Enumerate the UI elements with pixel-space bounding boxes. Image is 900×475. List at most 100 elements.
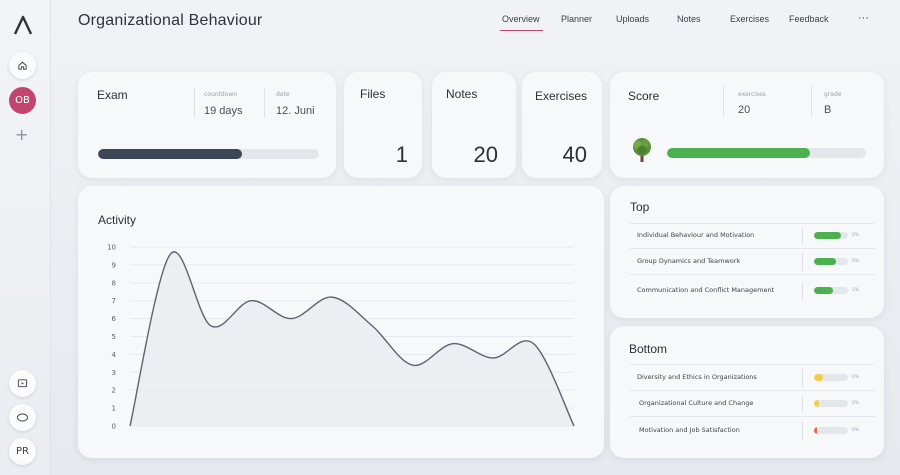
sidebar: OB + PR <box>0 0 51 475</box>
topic-percent: 0% <box>852 375 860 380</box>
divider <box>811 86 812 116</box>
topic-progress-fill <box>814 427 817 434</box>
add-course-button[interactable]: + <box>15 125 28 144</box>
grade-value: B <box>824 104 832 116</box>
grade-label: grade <box>824 91 842 98</box>
divider <box>264 88 265 118</box>
topic-progress-bar <box>814 427 848 434</box>
y-tick-label: 6 <box>112 315 117 323</box>
topic-percent: 0% <box>852 233 860 238</box>
oval-icon <box>17 413 28 422</box>
home-button[interactable] <box>9 52 36 79</box>
topic-label: Communication and Conflict Management <box>637 286 775 294</box>
divider <box>802 395 803 413</box>
course-badge-label: OB <box>15 95 30 106</box>
topic-label: Group Dynamics and Teamwork <box>637 257 741 265</box>
top-title: Top <box>630 200 650 214</box>
score-title: Score <box>628 89 660 103</box>
topic-label: Diversity and Ethics in Organizations <box>637 373 757 381</box>
topic-progress-fill <box>814 258 837 265</box>
y-tick-label: 8 <box>112 279 116 287</box>
exam-progress-fill <box>98 149 242 159</box>
divider <box>630 416 875 417</box>
y-tick-label: 7 <box>112 297 116 305</box>
list-item[interactable]: Communication and Conflict Management 1% <box>610 278 885 304</box>
score-exercises-label: exercises <box>738 91 766 98</box>
y-tick-label: 9 <box>112 261 116 269</box>
list-item[interactable]: Individual Behaviour and Motivation 0% <box>610 223 885 249</box>
divider <box>630 274 875 275</box>
divider <box>194 88 195 118</box>
tab-uploads[interactable]: Uploads <box>616 14 649 24</box>
y-tick-label: 5 <box>112 333 116 341</box>
exam-title: Exam <box>97 88 128 102</box>
tab-exercises[interactable]: Exercises <box>730 14 769 24</box>
exercises-title: Exercises <box>535 89 588 103</box>
y-tick-label: 0 <box>112 423 116 431</box>
plus-icon: + <box>15 125 29 144</box>
list-item[interactable]: Organizational Culture and Change 0% <box>610 391 885 417</box>
user-avatar-button[interactable]: PR <box>9 438 36 465</box>
list-item[interactable]: Diversity and Ethics in Organizations 0% <box>610 365 885 391</box>
user-badge-label: PR <box>16 446 29 457</box>
notes-card[interactable]: Notes 20 <box>432 72 516 178</box>
files-card[interactable]: Files 1 <box>344 72 422 178</box>
tab-planner[interactable]: Planner <box>561 14 592 24</box>
y-tick-label: 4 <box>112 351 117 359</box>
topic-label: Organizational Culture and Change <box>639 399 754 407</box>
exercises-card[interactable]: Exercises 40 <box>522 72 602 178</box>
tab-notes[interactable]: Notes <box>677 14 701 24</box>
topic-progress-bar <box>814 258 848 265</box>
slides-button[interactable] <box>9 370 36 397</box>
tree-icon <box>633 138 651 162</box>
y-tick-label: 2 <box>112 387 116 395</box>
divider <box>802 282 803 300</box>
page-title: Organizational Behaviour <box>78 12 263 29</box>
topic-progress-fill <box>814 232 842 239</box>
topic-percent: 0% <box>852 259 860 264</box>
topic-progress-bar <box>814 232 848 239</box>
home-icon <box>18 61 27 70</box>
course-badge-button[interactable]: OB <box>9 87 36 114</box>
top-topics-card: Top Individual Behaviour and Motivation … <box>610 186 884 318</box>
topic-progress-bar <box>814 374 848 381</box>
topic-progress-fill <box>814 287 833 294</box>
countdown-label: countdown <box>204 91 238 98</box>
files-title: Files <box>360 87 386 101</box>
divider <box>802 227 803 245</box>
date-label: date <box>276 91 290 98</box>
topic-progress-fill <box>814 374 823 381</box>
activity-area <box>130 251 574 426</box>
notes-count: 20 <box>473 142 498 167</box>
logo-icon[interactable] <box>12 14 34 36</box>
bottom-title: Bottom <box>629 342 668 356</box>
countdown-value: 19 days <box>204 105 243 117</box>
y-tick-label: 10 <box>107 244 116 252</box>
exam-card: Exam countdown 19 days date 12. Juni <box>78 72 336 178</box>
score-card: Score exercises 20 grade B <box>610 72 884 178</box>
topic-label: Individual Behaviour and Motivation <box>637 231 755 239</box>
divider <box>802 369 803 387</box>
notes-title: Notes <box>446 87 478 101</box>
topic-progress-bar <box>814 400 848 407</box>
divider <box>802 422 803 440</box>
list-item[interactable]: Motivation and Job Satisfaction 0% <box>610 418 885 444</box>
topic-progress-fill <box>814 400 820 407</box>
score-progress-bar <box>667 148 866 158</box>
topic-progress-bar <box>814 287 848 294</box>
slides-icon <box>17 379 28 388</box>
exercises-count: 40 <box>562 142 587 167</box>
more-menu-icon[interactable]: ··· <box>858 12 869 24</box>
date-value: 12. Juni <box>276 105 315 117</box>
exam-progress-bar <box>98 149 319 159</box>
list-item[interactable]: Group Dynamics and Teamwork 0% <box>610 249 885 275</box>
activity-chart: 0 1 2 3 4 5 6 7 8 9 10 <box>107 244 575 431</box>
divider <box>802 253 803 271</box>
tab-overview[interactable]: Overview <box>500 14 542 31</box>
topic-percent: 0% <box>852 401 860 406</box>
score-progress-fill <box>667 148 811 158</box>
activity-card: Activity 0 1 2 3 4 5 6 7 8 9 10 <box>78 186 604 458</box>
oval-button[interactable] <box>9 404 36 431</box>
files-count: 1 <box>395 142 408 167</box>
tab-feedback[interactable]: Feedback <box>789 14 829 24</box>
